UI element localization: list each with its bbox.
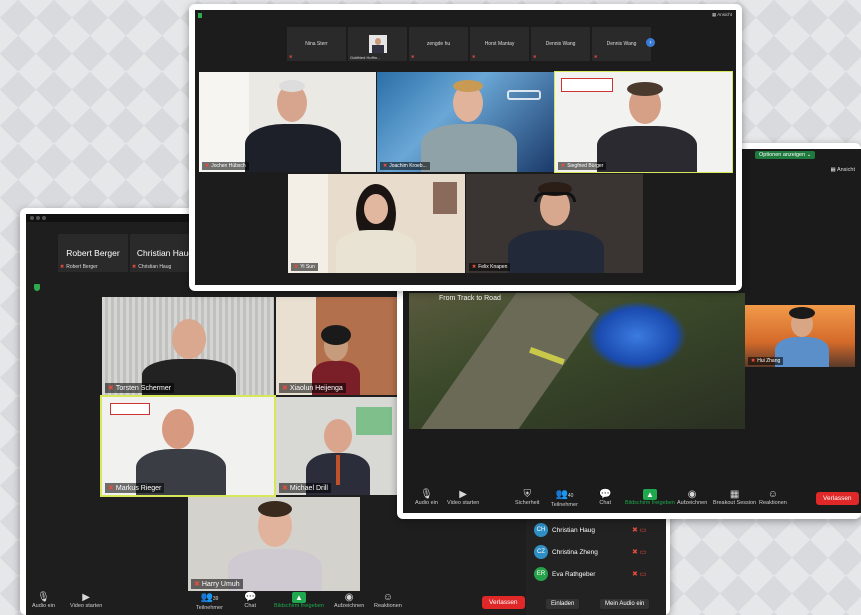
tile-name-label: ✖ Yi Sun <box>291 263 318 271</box>
record-icon: ◉ <box>344 592 354 603</box>
shared-screen[interactable]: From Track to Road <box>409 293 745 429</box>
share-screen-icon: ▲ <box>642 489 657 500</box>
chat-button[interactable]: 💬 Chat <box>599 489 611 506</box>
strip-thumb[interactable]: Nina Sterr ✖ <box>287 27 346 61</box>
video-button[interactable]: ▶ Video starten <box>447 489 479 506</box>
strip-thumb[interactable]: zengde hu ✖ <box>409 27 468 61</box>
video-button[interactable]: ▶ Video starten <box>70 592 102 609</box>
mic-muted-icon[interactable]: ✖ ▭ <box>632 526 646 534</box>
smile-icon: ☺ <box>382 592 394 603</box>
shield-icon[interactable] <box>198 13 202 18</box>
avatar: CH <box>534 523 548 537</box>
view-button[interactable]: ▦ Ansicht <box>712 12 732 18</box>
strip-thumb[interactable]: Dennis Wang ✖ <box>592 27 651 61</box>
video-tile-harry[interactable]: ✖ Harry Umuh <box>188 497 360 591</box>
video-tile-yi-sun[interactable]: ✖ Yi Sun <box>288 174 465 273</box>
record-button[interactable]: ◉ Aufzeichnen <box>677 489 707 506</box>
video-tile-xiaolun[interactable]: ✖ Xiaolun Heijenga <box>276 297 400 395</box>
avatar: CZ <box>534 545 548 559</box>
avatar: ER <box>534 567 548 581</box>
mic-muted-icon[interactable]: ✖ ▭ <box>632 570 646 578</box>
share-screen-button[interactable]: ▲ Bildschirm freigeben <box>625 489 675 506</box>
strip-thumb-name: Robert Berger <box>66 248 120 258</box>
reactions-button[interactable]: ☺ Reaktionen <box>759 489 787 506</box>
next-page-button[interactable]: › <box>646 38 655 47</box>
shield-icon: ⛨ <box>523 489 531 500</box>
people-icon: 👥39 <box>200 592 219 603</box>
tile-name-label: ✖ Michael Drill <box>279 483 331 493</box>
shared-screen-title: From Track to Road <box>439 295 501 302</box>
participant-row[interactable]: ER Eva Rathgeber <box>534 567 595 581</box>
video-tile-jochen[interactable]: ✖ Jochen Hübsch <box>199 72 376 172</box>
audio-button[interactable]: 🎙︎ Audio ein <box>32 592 55 609</box>
participants-panel: CH Christian Haug CZ Christina Zheng ER … <box>526 517 666 615</box>
people-icon: 👥40 <box>555 489 574 500</box>
share-screen-icon: ▲ <box>291 592 306 603</box>
participant-name: Christian Haug <box>552 526 595 534</box>
tile-name-label: ✖ Xiaolun Heijenga <box>279 383 346 393</box>
tile-name-label: ✖ Hui Zhang <box>748 357 784 365</box>
tile-name-label: ✖ Jochen Hübsch <box>202 162 249 170</box>
camera-icon: ▶ <box>82 592 90 603</box>
breakout-grid-icon: ▦ <box>729 489 740 500</box>
video-tile-michael[interactable]: ✖ Michael Drill <box>276 397 400 495</box>
camera-icon: ▶ <box>459 489 467 500</box>
microphone-icon: 🎙︎ <box>420 489 433 500</box>
mic-muted-icon[interactable]: ✖ ▭ <box>632 548 646 556</box>
tile-name-label: ✖ Harry Umuh <box>191 579 243 589</box>
record-icon: ◉ <box>687 489 697 500</box>
microphone-icon: 🎙︎ <box>37 592 50 603</box>
video-tile-markus[interactable]: ✖ Markus Rieger <box>100 395 276 497</box>
participant-row[interactable]: CZ Christina Zheng <box>534 545 598 559</box>
audio-button[interactable]: 🎙︎ Audio ein <box>415 489 438 506</box>
share-screen-button[interactable]: ▲ Bildschirm freigeben <box>274 592 324 609</box>
tile-name-label: ✖ Markus Rieger <box>105 483 165 493</box>
tile-name-label: ✖ Torsten Schermer <box>105 383 175 393</box>
participants-button[interactable]: 👥40 Teilnehmer <box>551 489 578 508</box>
security-button[interactable]: ⛨ Sicherheit <box>515 489 539 506</box>
participants-button[interactable]: 👥39 Teilnehmer <box>196 592 223 611</box>
strip-thumb-label: ✖ Robert Berger <box>60 264 98 270</box>
video-tile-siegfried[interactable]: ✖ Siegfried Bürger <box>554 71 733 173</box>
strip-thumb[interactable]: Horst Mantay ✖ <box>470 27 529 61</box>
left-toolbar: 🎙︎ Audio ein ▶ Video starten 👥39 Teilnehmer… <box>26 590 526 615</box>
participant-name: Eva Rathgeber <box>552 570 596 578</box>
video-tile-joachim[interactable]: ✖ Joachim Kroeb... <box>377 72 554 172</box>
strip-thumb[interactable]: Dennis Wang ✖ <box>531 27 590 61</box>
strip-thumb[interactable]: Gottfried Hoffm... <box>348 27 407 61</box>
top-zoom-window: ▦ Ansicht Nina Sterr ✖ Gottfried Hoffm...… <box>195 10 736 285</box>
invite-button[interactable]: Einladen <box>546 599 580 609</box>
tile-name-label: ✖ Felix Knapen <box>469 263 511 271</box>
video-tile-torsten[interactable]: ✖ Torsten Schermer <box>102 297 274 395</box>
sports-car-image <box>587 301 687 371</box>
unmute-self-button[interactable]: Mein Audio ein <box>600 599 650 609</box>
participant-name: Christina Zheng <box>552 548 598 556</box>
strip-thumb-1[interactable]: Robert Berger ✖ Robert Berger <box>58 234 128 272</box>
view-button[interactable]: ▦ Ansicht <box>831 167 855 173</box>
leave-button[interactable]: Verlassen <box>816 492 859 505</box>
tile-name-label: ✖ Siegfried Bürger <box>558 162 607 170</box>
leave-button[interactable]: Verlassen <box>482 596 525 609</box>
shield-icon[interactable] <box>34 284 40 291</box>
video-tile-felix[interactable]: ✖ Felix Knapen <box>466 174 643 273</box>
smile-icon: ☺ <box>767 489 779 500</box>
right-toolbar: 🎙︎ Audio ein ▶ Video starten ⛨ Sicherheit 👥… <box>403 487 861 513</box>
chat-icon: 💬 <box>599 489 612 500</box>
breakout-button[interactable]: ▦ Breakout Session <box>713 489 756 506</box>
strip-thumb-label: ✖ Christian Haug <box>132 264 172 270</box>
chat-icon: 💬 <box>244 592 257 603</box>
tile-name-label: ✖ Joachim Kroeb... <box>380 162 430 170</box>
options-dropdown[interactable]: Optionen anzeigen ⌄ <box>755 151 816 159</box>
video-tile-hui-zhang[interactable]: ✖ Hui Zhang <box>745 305 855 367</box>
reactions-button[interactable]: ☺ Reaktionen <box>374 592 402 609</box>
record-button[interactable]: ◉ Aufzeichnen <box>334 592 364 609</box>
chat-button[interactable]: 💬 Chat <box>244 592 256 609</box>
strip-thumb-name: Christian Haug <box>136 248 194 258</box>
participant-row[interactable]: CH Christian Haug <box>534 523 595 537</box>
